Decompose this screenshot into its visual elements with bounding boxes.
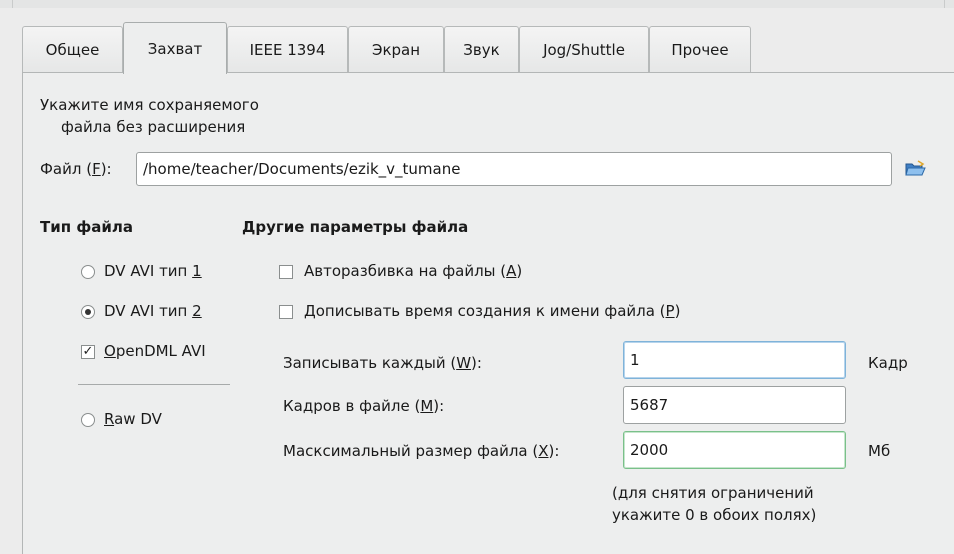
radio-dv-avi-type2-label: DV AVI тип 2 [104,302,202,320]
max-file-size-input[interactable]: 2000 [623,431,846,469]
divider [12,0,13,8]
tab-display[interactable]: Экран [348,26,444,72]
frames-per-file-label: Кадров в файле (M): [283,397,445,415]
checkbox-append-time[interactable] [279,305,293,319]
hint-line: Укажите имя сохраняемого [40,96,259,114]
separator [78,384,230,385]
file-label: Файл (F): [40,160,112,178]
checkbox-opendml-avi[interactable]: ✓ [81,345,95,359]
max-file-size-label: Масксимальный размер файла (X): [283,442,560,460]
note-line: (для снятия ограничений [612,484,814,502]
checkbox-autosplit-label: Авторазбивка на файлы (A) [304,262,523,280]
radio-dv-avi-type1[interactable] [81,265,95,279]
tab-label: Захват [147,39,203,58]
tab-label: Звук [463,40,500,59]
tab-capture[interactable]: Захват [123,22,227,74]
tab-other[interactable]: Прочее [649,26,751,72]
file-path-value: /home/teacher/Documents/ezik_v_tumane [143,160,461,178]
note-line: укажите 0 в обоих полях) [612,506,817,524]
window-top-strip [0,0,954,8]
divider [944,0,945,8]
record-every-label: Записывать каждый (W): [283,354,482,372]
checkbox-append-time-label: Дописывать время создания к имени файла … [304,302,681,320]
tab-sound[interactable]: Звук [444,26,519,72]
file-path-input[interactable]: /home/teacher/Documents/ezik_v_tumane [136,152,892,186]
tab-label: Прочее [671,40,729,59]
tab-label: Экран [371,40,421,59]
record-every-input[interactable]: 1 [623,341,846,379]
max-file-size-value: 2000 [630,441,669,459]
record-every-unit: Кадр [868,354,908,372]
radio-raw-dv[interactable] [81,413,95,427]
hint-line: файла без расширения [61,118,246,136]
filename-hint: Укажите имя сохраняемого файла без расши… [40,94,259,138]
folder-open-icon[interactable] [904,160,926,178]
max-file-size-unit: Мб [868,442,891,460]
tab-ieee1394[interactable]: IEEE 1394 [227,26,348,72]
radio-dv-avi-type1-label: DV AVI тип 1 [104,262,202,280]
tab-label: IEEE 1394 [249,40,326,59]
tab-label: Общее [45,40,100,59]
frames-per-file-input[interactable]: 5687 [623,386,846,424]
checkbox-autosplit[interactable] [279,265,293,279]
tab-jog-shuttle[interactable]: Jog/Shuttle [519,26,649,72]
tab-label: Jog/Shuttle [543,40,625,59]
file-type-heading: Тип файла [40,218,133,236]
tab-general[interactable]: Общее [22,26,123,72]
limits-note: (для снятия ограничений укажите 0 в обои… [612,482,816,526]
record-every-value: 1 [630,351,640,369]
checkbox-opendml-avi-label: OpenDML AVI [104,342,206,360]
other-params-heading: Другие параметры файла [242,218,469,236]
radio-dv-avi-type2[interactable] [81,305,95,319]
radio-raw-dv-label: Raw DV [104,410,162,428]
frames-per-file-value: 5687 [630,396,669,414]
